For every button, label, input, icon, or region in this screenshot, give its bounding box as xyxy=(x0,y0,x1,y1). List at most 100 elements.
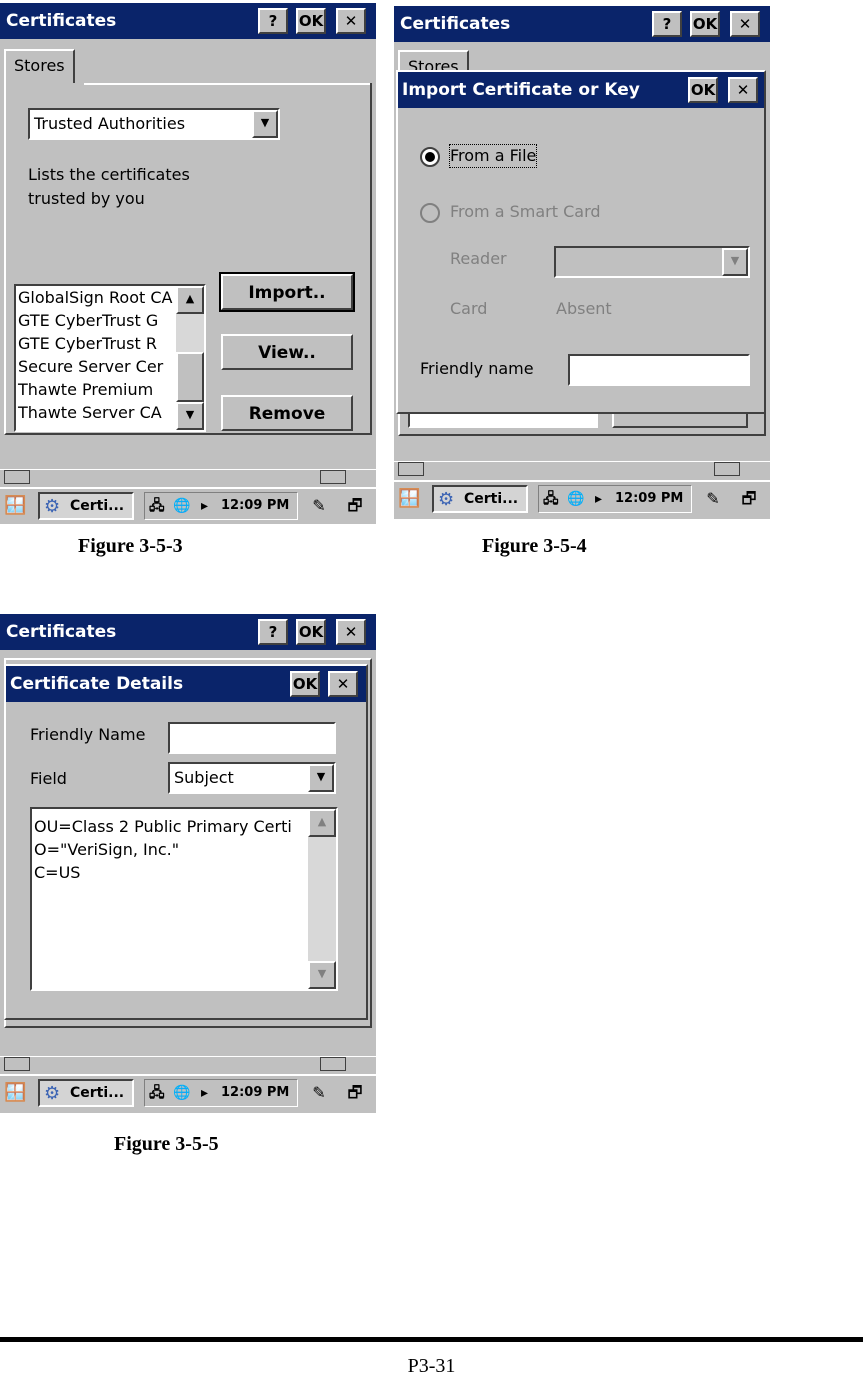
friendly-name-input[interactable] xyxy=(168,722,336,754)
from-smart-card-label[interactable]: From a Smart Card xyxy=(450,201,601,223)
arrow-right-icon[interactable]: ▸ xyxy=(595,486,602,512)
help-button[interactable]: ? xyxy=(652,11,682,37)
screenshot-fig-3-5-5: Certificates ? OK ✕ Certificate Details … xyxy=(0,614,376,1113)
input-panel-icon[interactable]: ✎ xyxy=(304,1079,334,1107)
scroll-down-icon[interactable]: ▼ xyxy=(176,402,204,430)
list-item: C=US xyxy=(34,863,81,882)
taskbar: 🪟 ⚙ Certi... 🖧 🌐 ▸ 12:09 PM ✎ 🗗 xyxy=(394,480,770,516)
from-file-label[interactable]: From a File xyxy=(448,144,538,168)
input-panel-icon[interactable]: ✎ xyxy=(304,492,334,520)
friendly-name-input[interactable] xyxy=(568,354,750,386)
scroll-right-icon[interactable] xyxy=(714,462,740,476)
field-label: Field xyxy=(30,769,67,788)
view-button[interactable]: View.. xyxy=(221,334,353,370)
scroll-thumb[interactable] xyxy=(176,352,204,402)
import-dialog: Import Certificate or Key OK ✕ From a Fi… xyxy=(396,70,766,414)
chevron-down-icon[interactable]: ▼ xyxy=(252,110,278,138)
dialog-ok-button[interactable]: OK xyxy=(688,77,718,103)
ok-button[interactable]: OK xyxy=(690,11,720,37)
close-button[interactable]: ✕ xyxy=(336,619,366,645)
card-status: Absent xyxy=(556,299,612,318)
desktop-windows-icon[interactable]: 🗗 xyxy=(340,1079,370,1107)
window-title-bar: Certificates ? OK ✕ xyxy=(0,3,376,39)
horizontal-scrollbar[interactable] xyxy=(394,461,770,476)
task-button-certificates[interactable]: ⚙ Certi... xyxy=(38,1079,134,1107)
horizontal-scrollbar[interactable] xyxy=(0,1056,376,1071)
connection-icon[interactable]: 🌐 xyxy=(173,1080,190,1106)
task-button-certificates[interactable]: ⚙ Certi... xyxy=(38,492,134,520)
window-title: Certificates xyxy=(400,14,511,34)
help-button[interactable]: ? xyxy=(258,8,288,34)
from-smart-card-radio[interactable] xyxy=(420,203,440,223)
chevron-down-icon[interactable]: ▼ xyxy=(722,248,748,276)
help-button[interactable]: ? xyxy=(258,619,288,645)
scroll-right-icon[interactable] xyxy=(320,1057,346,1071)
import-label: Import.. xyxy=(248,283,326,303)
certificate-list[interactable]: GlobalSign Root CA GTE CyberTrust G GTE … xyxy=(14,284,206,432)
network-icon[interactable]: 🖧 xyxy=(149,1080,165,1106)
dialog-close-button[interactable]: ✕ xyxy=(728,77,758,103)
windows-start-icon[interactable]: 🪟 xyxy=(4,494,30,518)
clock[interactable]: 12:09 PM xyxy=(221,1080,289,1106)
dialog-title: Import Certificate or Key xyxy=(402,80,640,100)
import-button[interactable]: Import.. xyxy=(219,272,355,312)
list-scrollbar[interactable]: ▲ ▼ xyxy=(176,286,204,430)
network-icon[interactable]: 🖧 xyxy=(543,486,559,512)
reader-label: Reader xyxy=(450,249,507,268)
dialog-title-bar: Import Certificate or Key OK ✕ xyxy=(398,72,764,108)
remove-button[interactable]: Remove xyxy=(221,395,353,431)
page-number: P3-31 xyxy=(407,1355,456,1377)
store-description-line2: trusted by you xyxy=(28,189,145,208)
card-label: Card xyxy=(450,299,488,318)
ok-button[interactable]: OK xyxy=(296,8,326,34)
from-file-radio[interactable] xyxy=(420,147,440,167)
scroll-down-icon[interactable]: ▼ xyxy=(308,961,336,989)
system-tray: 🖧 🌐 ▸ 12:09 PM xyxy=(144,1079,298,1107)
connection-icon[interactable]: 🌐 xyxy=(173,493,190,519)
dialog-close-button[interactable]: ✕ xyxy=(328,671,358,697)
window-title: Certificates xyxy=(6,622,117,642)
figure-caption: Figure 3-5-4 xyxy=(482,535,587,557)
ok-button[interactable]: OK xyxy=(296,619,326,645)
dialog-ok-button[interactable]: OK xyxy=(290,671,320,697)
scroll-up-icon[interactable]: ▲ xyxy=(176,286,204,314)
list-item: OU=Class 2 Public Primary Certi xyxy=(34,817,292,836)
desktop-windows-icon[interactable]: 🗗 xyxy=(340,492,370,520)
desktop-windows-icon[interactable]: 🗗 xyxy=(734,485,764,513)
store-select[interactable]: Trusted Authorities ▼ xyxy=(28,108,280,140)
chevron-down-icon[interactable]: ▼ xyxy=(308,764,334,792)
gear-icon: ⚙ xyxy=(438,489,455,510)
gear-icon: ⚙ xyxy=(44,1083,61,1104)
scroll-left-icon[interactable] xyxy=(4,1057,30,1071)
system-tray: 🖧 🌐 ▸ 12:09 PM xyxy=(144,492,298,520)
dialog-title-bar: Certificate Details OK ✕ xyxy=(6,666,366,702)
close-button[interactable]: ✕ xyxy=(730,11,760,37)
reader-select[interactable]: ▼ xyxy=(554,246,750,278)
clock[interactable]: 12:09 PM xyxy=(221,493,289,519)
connection-icon[interactable]: 🌐 xyxy=(567,486,584,512)
scroll-up-icon[interactable]: ▲ xyxy=(308,809,336,837)
arrow-right-icon[interactable]: ▸ xyxy=(201,1080,208,1106)
close-button[interactable]: ✕ xyxy=(336,8,366,34)
network-icon[interactable]: 🖧 xyxy=(149,493,165,519)
field-select[interactable]: Subject ▼ xyxy=(168,762,336,794)
system-tray: 🖧 🌐 ▸ 12:09 PM xyxy=(538,485,692,513)
windows-start-icon[interactable]: 🪟 xyxy=(4,1081,30,1105)
window-title-bar: Certificates ? OK ✕ xyxy=(394,6,770,42)
scroll-left-icon[interactable] xyxy=(4,470,30,484)
windows-start-icon[interactable]: 🪟 xyxy=(398,487,424,511)
list-item: O="VeriSign, Inc." xyxy=(34,840,180,859)
scroll-left-icon[interactable] xyxy=(398,462,424,476)
scroll-right-icon[interactable] xyxy=(320,470,346,484)
horizontal-scrollbar[interactable] xyxy=(0,469,376,484)
tab-stores[interactable]: Stores xyxy=(4,49,75,83)
task-label: Certi... xyxy=(464,491,519,507)
view-label: View.. xyxy=(258,343,316,363)
arrow-right-icon[interactable]: ▸ xyxy=(201,493,208,519)
certificate-details-list[interactable]: OU=Class 2 Public Primary Certi O="VeriS… xyxy=(30,807,338,991)
clock[interactable]: 12:09 PM xyxy=(615,486,683,512)
input-panel-icon[interactable]: ✎ xyxy=(698,485,728,513)
details-scrollbar[interactable]: ▲ ▼ xyxy=(308,809,336,989)
gear-icon: ⚙ xyxy=(44,496,61,517)
task-button-certificates[interactable]: ⚙ Certi... xyxy=(432,485,528,513)
